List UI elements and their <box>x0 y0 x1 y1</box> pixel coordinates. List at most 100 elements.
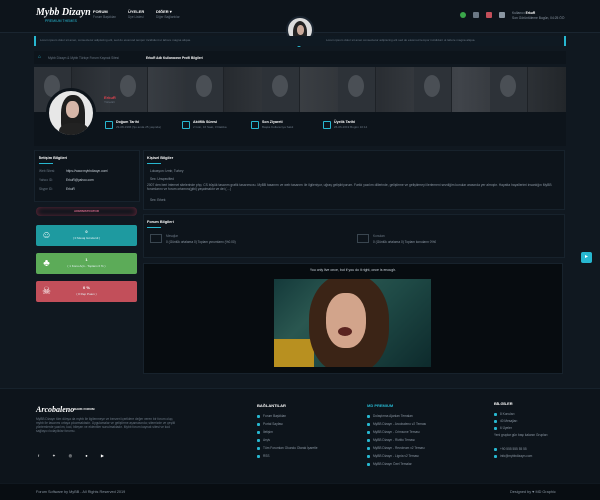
link-item[interactable]: Forum Başlıkları <box>257 414 286 418</box>
designer-credit[interactable]: Designed by ♥ MD Graphic <box>510 490 556 495</box>
footer-brand: Arcobaleno <box>36 405 75 414</box>
card-rep-label: ( 0 Rep Puanı ) <box>76 292 97 296</box>
info-item-label: 6 Üyeler <box>500 426 512 430</box>
footer-phone-label: +90 555 555 55 55 <box>500 447 527 451</box>
forum-info-title: Forum Bilgileri <box>147 220 174 224</box>
info-item: 8 Konuları <box>494 412 515 416</box>
link-item[interactable]: İletişim <box>257 430 273 434</box>
personal-panel <box>143 150 565 210</box>
premium-item[interactable]: MyBB Dizayn - Crimsone Teması <box>367 430 420 434</box>
info-item-label: 40 Mesajları <box>500 419 518 423</box>
stat-lastvisit-value: Başka Kullanıcıya Saklı <box>262 125 294 129</box>
user-plus-icon <box>323 121 331 129</box>
contact-website[interactable]: Web Sitesi: https://www.mybbdizayn.com/ <box>39 169 108 173</box>
premium-item[interactable]: MyBB Dizayn - Revoleum v2 Teması <box>367 446 425 450</box>
personal-underline <box>147 163 161 164</box>
nav-other-label: DİĞER ▾ <box>156 9 172 14</box>
search-icon[interactable] <box>473 12 479 18</box>
card-reputation[interactable]: ☠ 0 %( 0 Rep Puanı ) <box>36 281 137 302</box>
premium-item-label: Dolaştırma Ajanları Temaları <box>373 414 413 418</box>
personal-bio: 2007 den beri internet sitelerinde php, … <box>147 183 552 192</box>
link-item-label: Tüm Forumları Okundu Olarak İşaretle <box>263 446 318 450</box>
contact-skype-key: Skype ID: <box>39 187 53 191</box>
threads-icon <box>357 234 369 243</box>
footer-mail-label: info@mybbdizayn.com <box>500 454 533 458</box>
announcement-bar: Lorem ipsum dolor sit amet, consectetur … <box>34 36 566 46</box>
user-label: Kullanıcı <box>512 11 525 15</box>
info-item-label: Yeni gruplar gün başı kalanın Grupları <box>494 433 548 437</box>
forum-info-underline <box>147 227 161 228</box>
posts-icon <box>150 234 162 243</box>
link-item-label: Arşiv <box>263 438 271 442</box>
footer: Arcobaleno DARK FORUM MyBB Dizayn tüm dü… <box>0 388 600 483</box>
calendar-icon <box>105 121 113 129</box>
messages-icon[interactable] <box>486 12 492 18</box>
site-logo-subtitle: PREMIUM THEMES <box>45 19 78 23</box>
premium-item-label: MyBB Dizayn - Lignia v2 Teması <box>373 454 419 458</box>
stat-birthday-title: Doğum Tarihi <box>116 120 139 124</box>
profile-stats-bar <box>34 112 566 146</box>
group-badge: ADMINISTRATOR <box>36 207 137 216</box>
social-icons[interactable]: f ✦ ◎ ● ▶ <box>38 453 110 458</box>
forum-posts-title: Mesajlar <box>166 234 179 238</box>
breadcrumb-current: ErkuR Adlı Kullanıcının Profil Bilgileri <box>146 56 203 60</box>
premium-item[interactable]: Dolaştırma Ajanları Temaları <box>367 414 413 418</box>
profile-cover-image <box>34 67 566 112</box>
premium-item[interactable]: MyBB Dizayn - Arcobaleno v2 Teması <box>367 422 426 426</box>
user-panel[interactable]: Kullanıcı ErkuR Son Görüntüleme Bugün, 0… <box>512 10 564 20</box>
profile-avatar <box>46 88 96 138</box>
card-threads[interactable]: ♣ 1( 1 Konu Açtı - Toplamı 0 % ) <box>36 253 137 274</box>
info-title: BİLGİLER <box>494 401 513 406</box>
card-rep-num: 0 % <box>83 285 90 290</box>
scroll-top-button[interactable]: ▸ <box>581 252 592 263</box>
link-item-label: Forum Başlıkları <box>263 414 287 418</box>
personal-sex: Sex: Unspecified <box>150 177 174 181</box>
link-item[interactable]: RSS <box>257 454 270 458</box>
footer-about: MyBB Dizayn tüm dünya da mybb ile ilgile… <box>36 417 176 433</box>
card-threads-label: ( 1 Konu Açtı - Toplamı 0 % ) <box>67 264 106 268</box>
premium-title: MD PREMIUM <box>367 403 394 408</box>
premium-item[interactable]: MyBB Dizayn - Lignia v2 Teması <box>367 454 419 458</box>
link-item[interactable]: Tüm Forumları Okundu Olarak İşaretle <box>257 446 318 450</box>
nav-other-sub: Diğer Bağlantılar <box>156 15 180 19</box>
breadcrumb-home[interactable]: Mybb Dizayn & Mybb Türkçe Forum Kaynak S… <box>48 56 119 60</box>
nav-forum[interactable]: FORUM Forum Başlıkları <box>93 9 116 19</box>
footer-mail[interactable]: info@mybbdizayn.com <box>494 454 532 458</box>
nav-other[interactable]: DİĞER ▾ Diğer Bağlantılar <box>156 9 180 19</box>
site-logo[interactable]: Mybb Dizayn <box>36 7 91 20</box>
premium-item[interactable]: MyBB Dizayn - Rivitto Teması <box>367 438 415 442</box>
footer-phone[interactable]: +90 555 555 55 55 <box>494 447 527 451</box>
card-posts-num: 0 <box>85 229 88 234</box>
personal-sex-2: Sex: Erkek <box>150 198 166 202</box>
settings-icon[interactable] <box>499 12 505 18</box>
link-item[interactable]: Arşiv <box>257 438 270 442</box>
nav-forum-label: FORUM <box>93 9 108 14</box>
stat-join-value: 26-06-2019 Bugün 10:14 <box>334 125 368 129</box>
contact-skype[interactable]: Skype ID: ErkuR <box>39 187 75 191</box>
announcement-right: Lorem ipsum dolor sit amet consectetur a… <box>326 38 476 42</box>
card-posts[interactable]: ☺ 0( 0 Mesaj Gönderdi ) <box>36 225 137 246</box>
stat-active-value: 2 Gün, 16 Saat, 3 Dakika <box>193 125 227 129</box>
premium-item-label: MyBB Dizayn Özel Temalar <box>373 462 412 466</box>
announcement-left: Lorem ipsum dolor sit amet, consectetur … <box>40 38 191 42</box>
contact-yahoo[interactable]: Yahoo ID: ErkuR@yahoo.com <box>39 178 94 182</box>
copyright: Forum Software by MyBB - All Rights Rese… <box>36 490 126 494</box>
home-icon[interactable]: ⌂ <box>38 54 41 60</box>
contact-underline <box>39 163 53 164</box>
contact-yahoo-key: Yahoo ID: <box>39 178 53 182</box>
stat-join-title: Üyelik Tarihi <box>334 120 356 124</box>
breadcrumb: ⌂ Mybb Dizayn & Mybb Türkçe Forum Kaynak… <box>34 51 566 64</box>
info-item-label: 8 Konuları <box>500 412 515 416</box>
user-name: ErkuR <box>525 11 536 15</box>
links-title: BAĞLANTILAR <box>257 403 286 408</box>
signature-image <box>274 279 431 367</box>
link-item-label: İletişim <box>263 430 273 434</box>
nav-members[interactable]: ÜYELER Üye Listesi <box>128 9 144 19</box>
notification-icon[interactable] <box>460 12 466 18</box>
premium-item-label: MyBB Dizayn - Revoleum v2 Teması <box>373 446 425 450</box>
contact-skype-value: ErkuR <box>66 187 75 191</box>
profile-usertitle: Yönetici <box>104 100 115 104</box>
link-item[interactable]: Portal Sayfası <box>257 422 283 426</box>
premium-item[interactable]: MyBB Dizayn Özel Temalar <box>367 462 412 466</box>
contact-website-key: Web Sitesi: <box>39 169 56 173</box>
